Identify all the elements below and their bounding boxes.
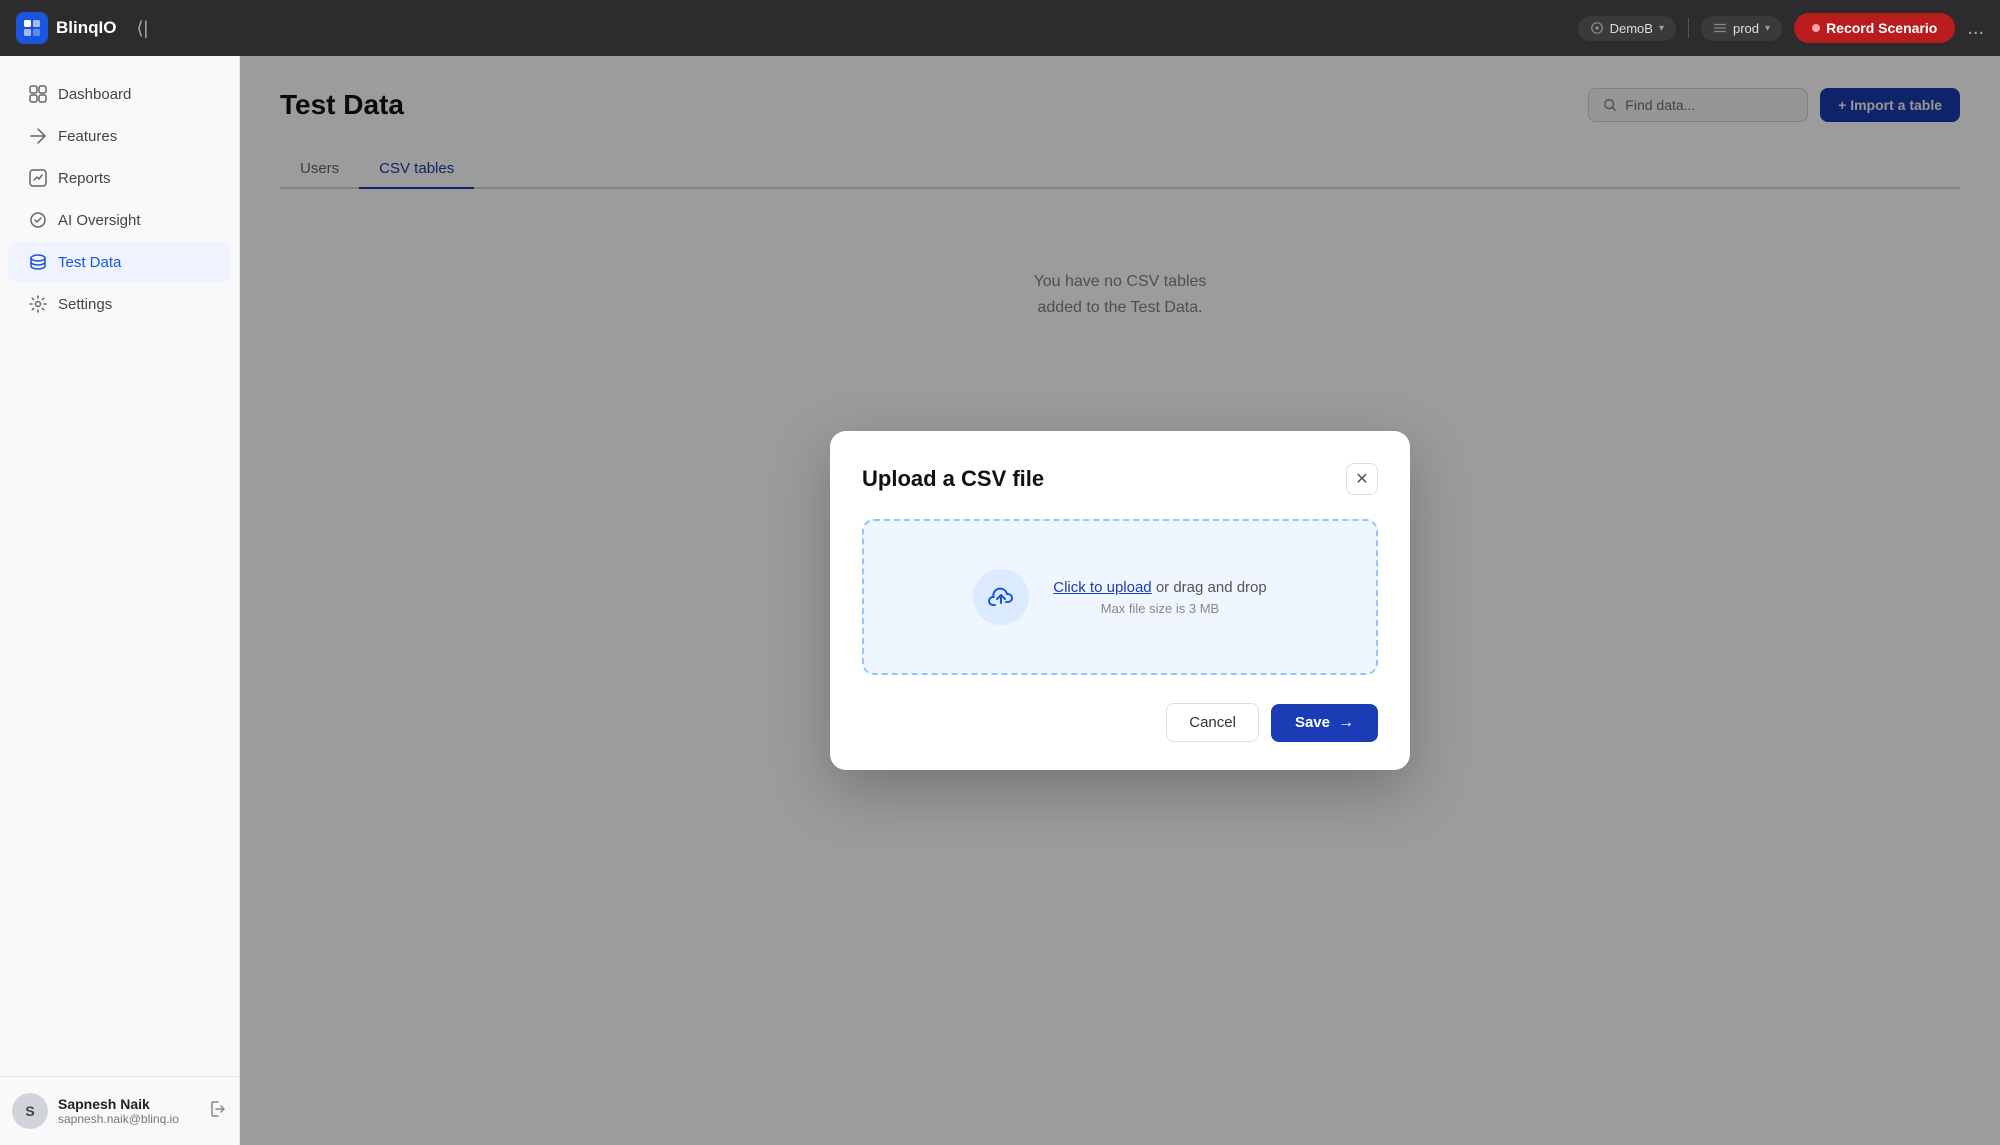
dashboard-icon — [28, 84, 48, 104]
upload-icon — [987, 583, 1015, 611]
drop-or-text: or drag and drop — [1152, 579, 1267, 596]
user-info: Sapnesh Naik sapnesh.naik@blinq.io — [58, 1096, 199, 1126]
sidebar-item-label: Features — [58, 128, 117, 145]
modal-header: Upload a CSV file ✕ — [862, 463, 1378, 495]
ai-oversight-icon — [28, 210, 48, 230]
demo-chevron-icon: ▾ — [1659, 23, 1664, 34]
modal-footer: Cancel Save → — [862, 703, 1378, 742]
sidebar-item-label: Settings — [58, 296, 112, 313]
cancel-button[interactable]: Cancel — [1166, 703, 1259, 742]
env-icon — [1713, 21, 1727, 35]
file-size-label: Max file size is 3 MB — [1053, 601, 1266, 616]
sidebar-item-dashboard[interactable]: Dashboard — [8, 74, 231, 114]
avatar: S — [12, 1093, 48, 1129]
click-to-upload-link[interactable]: Click to upload — [1053, 579, 1151, 596]
save-label: Save — [1295, 714, 1330, 731]
divider — [1688, 18, 1689, 38]
user-name: Sapnesh Naik — [58, 1096, 199, 1112]
record-scenario-button[interactable]: Record Scenario — [1794, 13, 1955, 43]
sidebar-item-reports[interactable]: Reports — [8, 158, 231, 198]
record-dot-icon — [1812, 24, 1820, 32]
drop-instructions: Click to upload or drag and drop — [1053, 579, 1266, 597]
env-selector[interactable]: prod ▾ — [1701, 16, 1782, 41]
sidebar-item-settings[interactable]: Settings — [8, 284, 231, 324]
logo-icon — [16, 12, 48, 44]
save-button[interactable]: Save → — [1271, 704, 1378, 742]
test-data-icon — [28, 252, 48, 272]
nav-menu: Dashboard Features Reports — [0, 56, 239, 1076]
modal-title: Upload a CSV file — [862, 466, 1044, 492]
upload-icon-wrap — [973, 569, 1029, 625]
settings-icon — [28, 294, 48, 314]
user-email: sapnesh.naik@blinq.io — [58, 1112, 199, 1126]
app-logo: BlinqIO — [16, 12, 116, 44]
sidebar-item-ai-oversight[interactable]: AI Oversight — [8, 200, 231, 240]
demo-label: DemoB — [1610, 21, 1653, 36]
collapse-button[interactable]: ⟨| — [136, 18, 148, 39]
logout-button[interactable] — [209, 1100, 227, 1123]
sidebar-item-test-data[interactable]: Test Data — [8, 242, 231, 282]
features-icon — [28, 126, 48, 146]
main-layout: Dashboard Features Reports — [0, 56, 2000, 1145]
drop-text: Click to upload or drag and drop Max fil… — [1053, 579, 1266, 616]
content-area: Test Data + Import a table Users CSV tab… — [240, 56, 2000, 1145]
modal-overlay[interactable]: Upload a CSV file ✕ Click to upload or d — [240, 56, 2000, 1145]
env-chevron-icon: ▾ — [1765, 23, 1770, 34]
sidebar-item-features[interactable]: Features — [8, 116, 231, 156]
modal-close-button[interactable]: ✕ — [1346, 463, 1378, 495]
sidebar-item-label: Reports — [58, 170, 111, 187]
sidebar-item-label: Test Data — [58, 254, 121, 271]
sidebar-user-section: S Sapnesh Naik sapnesh.naik@blinq.io — [0, 1076, 239, 1145]
topbar: BlinqIO ⟨| DemoB ▾ prod ▾ Record Scenari… — [0, 0, 2000, 56]
sidebar-item-label: Dashboard — [58, 86, 131, 103]
demo-icon — [1590, 21, 1604, 35]
sidebar-item-label: AI Oversight — [58, 212, 141, 229]
upload-csv-modal: Upload a CSV file ✕ Click to upload or d — [830, 431, 1410, 770]
sidebar: Dashboard Features Reports — [0, 56, 240, 1145]
save-arrow-icon: → — [1338, 714, 1354, 732]
record-label: Record Scenario — [1826, 20, 1937, 36]
file-drop-zone[interactable]: Click to upload or drag and drop Max fil… — [862, 519, 1378, 675]
app-name: BlinqIO — [56, 18, 116, 38]
env-label: prod — [1733, 21, 1759, 36]
reports-icon — [28, 168, 48, 188]
more-options-button[interactable]: ... — [1967, 17, 1984, 40]
demo-selector[interactable]: DemoB ▾ — [1578, 16, 1676, 41]
